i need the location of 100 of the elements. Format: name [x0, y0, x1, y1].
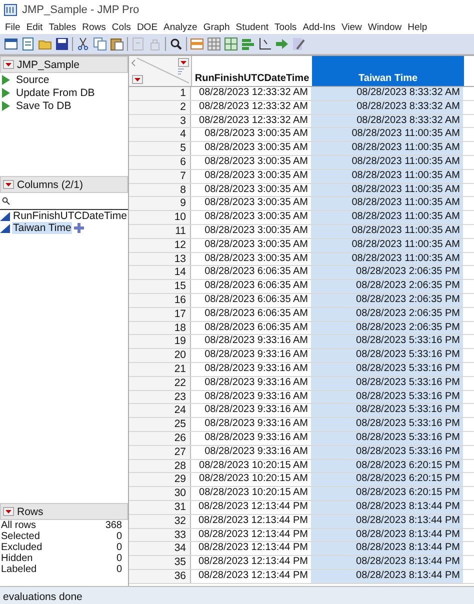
row-number: 4 — [129, 128, 191, 142]
table-cell: 08/28/2023 5:33:16 PM — [311, 349, 463, 362]
menu-item[interactable]: Cols — [108, 22, 134, 32]
search-icon[interactable] — [169, 37, 183, 51]
scissors-icon[interactable] — [76, 37, 90, 51]
row-stat-value: 368 — [105, 520, 122, 531]
row-number: 27 — [129, 446, 191, 459]
column-item[interactable]: RunFinishUTCDateTime — [12, 210, 128, 222]
row-number: 3 — [129, 114, 191, 128]
row-stat-value: 0 — [116, 542, 122, 553]
menu-item[interactable]: Add-Ins — [300, 22, 338, 32]
menu-item[interactable]: View — [338, 22, 365, 32]
menu-item[interactable]: Edit — [23, 22, 46, 32]
row-number: 13 — [129, 252, 191, 266]
row-number: 25 — [129, 418, 191, 431]
menu-triangle-icon[interactable] — [3, 60, 14, 69]
script-item[interactable]: Update From DB — [16, 86, 95, 98]
table-cell: 08/28/2023 2:06:35 PM — [311, 266, 463, 280]
menu-item[interactable]: Rows — [79, 22, 109, 32]
table-cell: 08/28/2023 5:33:16 PM — [311, 446, 463, 459]
table-cell: 08/28/2023 11:00:35 AM — [311, 128, 463, 142]
grid-icon[interactable] — [224, 37, 238, 51]
row-number: 22 — [129, 376, 191, 390]
script-item[interactable]: Source — [16, 74, 50, 86]
table-cell: 08/28/2023 6:20:15 PM — [311, 473, 463, 486]
table-cell: 08/28/2023 11:00:35 AM — [311, 142, 463, 155]
grid-icon[interactable] — [207, 37, 221, 51]
table-cell: 08/28/2023 5:33:16 PM — [311, 362, 463, 376]
menu-item[interactable]: Tools — [272, 22, 300, 32]
menu-triangle-icon[interactable] — [3, 507, 14, 516]
row-number: 21 — [129, 362, 191, 376]
table-cell: 08/28/2023 11:00:35 AM — [311, 238, 463, 252]
menu-item[interactable]: Student — [232, 22, 272, 32]
row-number: 10 — [129, 211, 191, 224]
row-number: 7 — [129, 170, 191, 183]
new-script-icon[interactable] — [21, 37, 35, 51]
row-stat-label: Hidden — [1, 553, 33, 564]
move-cursor-icon — [74, 223, 84, 233]
row-number: 29 — [129, 473, 191, 486]
panel-title: Rows — [17, 506, 44, 518]
table-cell: 08/28/2023 5:33:16 PM — [311, 376, 463, 390]
row-number: 19 — [129, 335, 191, 348]
row-number: 8 — [129, 184, 191, 196]
row-number: 35 — [129, 556, 191, 569]
row-number: 11 — [129, 224, 191, 238]
menu-item[interactable]: DOE — [134, 22, 161, 32]
table-cell: 08/28/2023 11:00:35 AM — [311, 170, 463, 183]
menu-item[interactable]: Tables — [46, 22, 80, 32]
table-icon[interactable] — [190, 37, 204, 51]
table-cell: 08/28/2023 2:06:35 PM — [311, 294, 463, 307]
table-cell: 08/28/2023 8:13:44 PM — [311, 542, 463, 556]
pencil-icon[interactable] — [292, 37, 306, 51]
row-stat-value: 0 — [116, 553, 122, 564]
copy-icon[interactable] — [93, 37, 107, 51]
table-cell: 08/28/2023 8:13:44 PM — [311, 528, 463, 542]
menu-triangle-icon[interactable] — [3, 180, 14, 189]
table-cell: 08/28/2023 8:13:44 PM — [311, 556, 463, 569]
column-header[interactable]: Taiwan Time — [312, 56, 464, 86]
script-item[interactable]: Save To DB — [16, 100, 72, 112]
table-cell: 08/28/2023 8:33:32 AM — [311, 114, 463, 128]
column-item[interactable]: Taiwan Time — [12, 222, 72, 234]
table-cell: 08/28/2023 5:33:16 PM — [311, 418, 463, 431]
table-cell: 08/28/2023 8:13:44 PM — [311, 500, 463, 514]
menu-item[interactable]: Help — [404, 22, 430, 32]
menu-item[interactable]: Window — [364, 22, 405, 32]
table-cell: 08/28/2023 6:20:15 PM — [311, 460, 463, 472]
row-number: 28 — [129, 460, 191, 472]
table-cell: 08/28/2023 11:00:35 AM — [311, 224, 463, 238]
row-number: 14 — [129, 266, 191, 280]
status-bar: evaluations done — [0, 586, 474, 604]
menu-triangle-icon[interactable] — [178, 58, 189, 67]
table-cell: 08/28/2023 5:33:16 PM — [311, 404, 463, 418]
app-icon — [4, 4, 17, 16]
corner-diagonal-drawing — [129, 56, 191, 86]
row-number: 20 — [129, 349, 191, 362]
row-number: 26 — [129, 432, 191, 445]
row-stat-label: All rows — [1, 520, 36, 531]
row-number: 18 — [129, 322, 191, 334]
table-cell: 08/28/2023 11:00:35 AM — [311, 211, 463, 224]
menu-item[interactable]: File — [2, 22, 24, 32]
menu-triangle-icon[interactable] — [132, 75, 143, 84]
table-cell: 08/28/2023 8:13:44 PM — [311, 570, 463, 583]
paste-icon[interactable] — [110, 37, 124, 51]
menu-item[interactable]: Analyze — [160, 22, 200, 32]
row-number: 33 — [129, 528, 191, 542]
new-table-icon[interactable] — [4, 37, 18, 51]
row-number: 32 — [129, 514, 191, 528]
table-cell: 08/28/2023 5:33:16 PM — [311, 335, 463, 348]
row-number: 5 — [129, 142, 191, 155]
row-number: 36 — [129, 570, 191, 583]
table-cell: 08/28/2023 11:00:35 AM — [311, 156, 463, 169]
row-number: 24 — [129, 404, 191, 418]
row-number: 16 — [129, 294, 191, 307]
table-cell: 08/28/2023 6:20:15 PM — [311, 487, 463, 500]
row-number: 1 — [129, 87, 191, 100]
search-icon[interactable] — [2, 197, 10, 205]
axis-icon[interactable] — [258, 37, 272, 51]
save-icon[interactable] — [55, 37, 69, 51]
window-title: JMP_Sample - JMP Pro — [22, 4, 140, 16]
menu-item[interactable]: Graph — [200, 22, 233, 32]
